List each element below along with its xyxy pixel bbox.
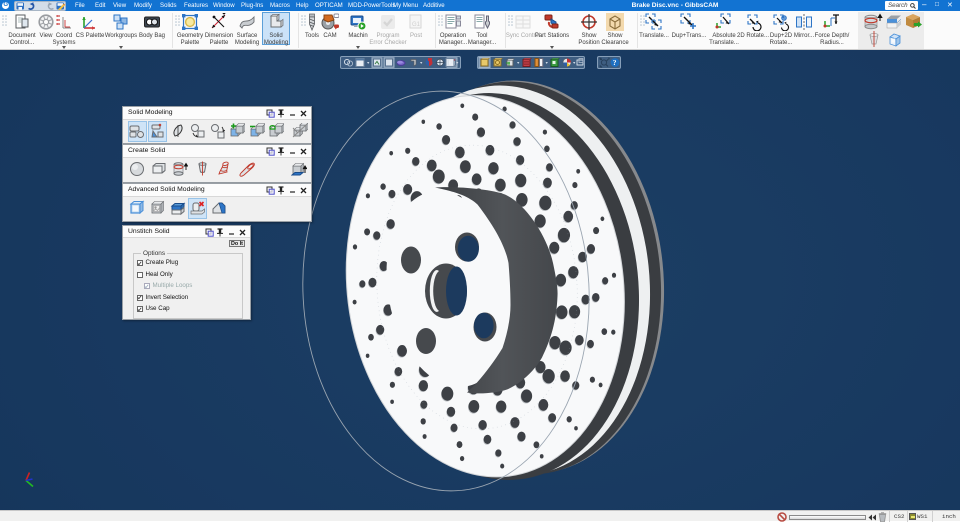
svg-text:G1: G1: [412, 22, 421, 28]
svg-text:?: ?: [613, 58, 617, 67]
